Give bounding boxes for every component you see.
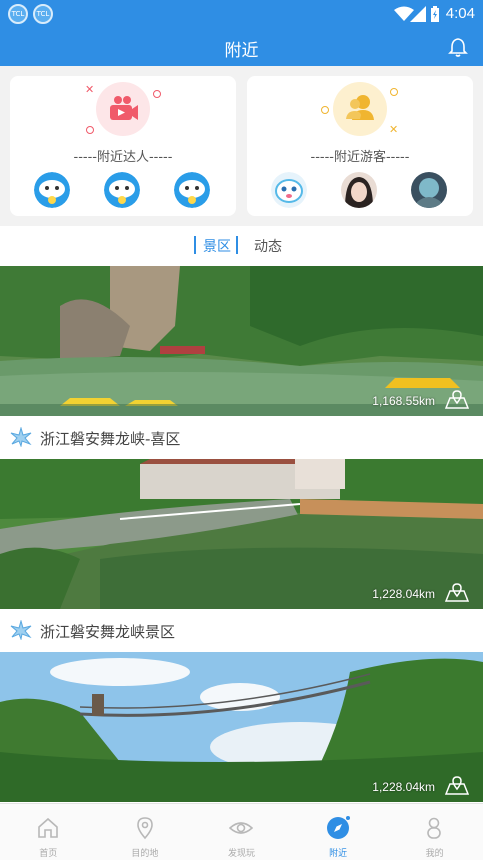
nav-destination[interactable]: 目的地 bbox=[97, 804, 194, 860]
home-icon bbox=[38, 817, 58, 838]
decoration-ring bbox=[86, 126, 94, 134]
scenic-leaf-icon bbox=[10, 427, 32, 447]
avatar[interactable] bbox=[411, 172, 447, 208]
signal-icon bbox=[410, 6, 426, 22]
app-notification-icon: TCL bbox=[8, 4, 28, 24]
decoration-x: ✕ bbox=[85, 83, 95, 96]
decoration-ring bbox=[390, 88, 398, 96]
nav-nearby[interactable]: 附近 bbox=[290, 804, 387, 860]
map-location-icon[interactable] bbox=[445, 774, 469, 796]
scenic-caption[interactable]: 浙江磐安舞龙峡景区 bbox=[0, 609, 483, 652]
app-notification-icon: TCL bbox=[33, 4, 53, 24]
distance-label: 1,168.55km bbox=[372, 394, 435, 408]
scenic-photo[interactable]: 1,168.55km bbox=[0, 266, 483, 416]
eye-icon bbox=[229, 822, 254, 834]
nearby-experts-card[interactable]: ✕ -----附近达人----- bbox=[10, 76, 236, 216]
scenic-title: 浙江磐安舞龙峡-喜区 bbox=[40, 430, 181, 448]
nearby-section: ✕ -----附近达人----- ✕ -----附近游客----- bbox=[0, 66, 483, 226]
scenic-leaf-icon bbox=[10, 620, 32, 640]
active-tab-bracket bbox=[194, 236, 196, 254]
status-bar: TCL TCL 4:04 bbox=[0, 0, 483, 28]
scenic-photo[interactable]: 1,228.04km bbox=[0, 459, 483, 609]
decoration-ring bbox=[321, 106, 329, 114]
compass-icon bbox=[326, 816, 350, 839]
nav-discover[interactable]: 发现玩 bbox=[193, 804, 290, 860]
scenic-title: 浙江磐安舞龙峡景区 bbox=[40, 623, 176, 641]
page-title: 附近 bbox=[224, 41, 259, 61]
decoration-ring bbox=[153, 90, 161, 98]
map-location-icon[interactable] bbox=[445, 581, 469, 603]
bottom-nav: 首页 目的地 发现玩 附近 我的 bbox=[0, 803, 483, 860]
bell-icon[interactable] bbox=[447, 36, 469, 58]
location-pin-icon bbox=[136, 817, 153, 840]
nav-home[interactable]: 首页 bbox=[0, 804, 97, 860]
nearby-visitors-label: -----附近游客----- bbox=[310, 150, 410, 165]
nearby-visitors-card[interactable]: ✕ -----附近游客----- bbox=[247, 76, 473, 216]
battery-icon bbox=[431, 6, 439, 22]
header-bar: 附近 bbox=[0, 28, 483, 66]
map-location-icon[interactable] bbox=[445, 388, 469, 410]
video-camera-icon bbox=[96, 82, 150, 136]
scenic-caption[interactable]: 浙江磐安舞龙峡-喜区 bbox=[0, 416, 483, 459]
nav-label: 我的 bbox=[425, 849, 444, 859]
scenic-photo[interactable]: 1,228.04km bbox=[0, 652, 483, 802]
person-icon bbox=[427, 817, 442, 839]
content-tabs: 景区 动态 bbox=[0, 226, 483, 266]
avatar[interactable] bbox=[104, 172, 140, 208]
avatar[interactable] bbox=[271, 172, 307, 208]
distance-label: 1,228.04km bbox=[372, 780, 435, 794]
nav-label: 附近 bbox=[329, 849, 348, 859]
active-tab-bracket bbox=[236, 236, 238, 254]
scenic-feed[interactable]: 1,168.55km 浙江磐安舞龙峡-喜区 1,228.04km 浙江磐安舞龙峡… bbox=[0, 266, 483, 803]
decoration-x: ✕ bbox=[389, 123, 399, 136]
avatar[interactable] bbox=[34, 172, 70, 208]
users-icon bbox=[333, 82, 387, 136]
nearby-experts-label: -----附近达人----- bbox=[73, 150, 173, 165]
clock: 4:04 bbox=[445, 5, 475, 22]
avatar[interactable] bbox=[174, 172, 210, 208]
nav-profile[interactable]: 我的 bbox=[386, 804, 483, 860]
nav-label: 目的地 bbox=[131, 849, 159, 859]
tab-activity[interactable]: 动态 bbox=[254, 236, 282, 256]
nav-label: 发现玩 bbox=[227, 849, 255, 859]
tab-scenic[interactable]: 景区 bbox=[203, 236, 231, 256]
nav-label: 首页 bbox=[39, 849, 58, 859]
distance-label: 1,228.04km bbox=[372, 587, 435, 601]
avatar[interactable] bbox=[341, 172, 377, 208]
